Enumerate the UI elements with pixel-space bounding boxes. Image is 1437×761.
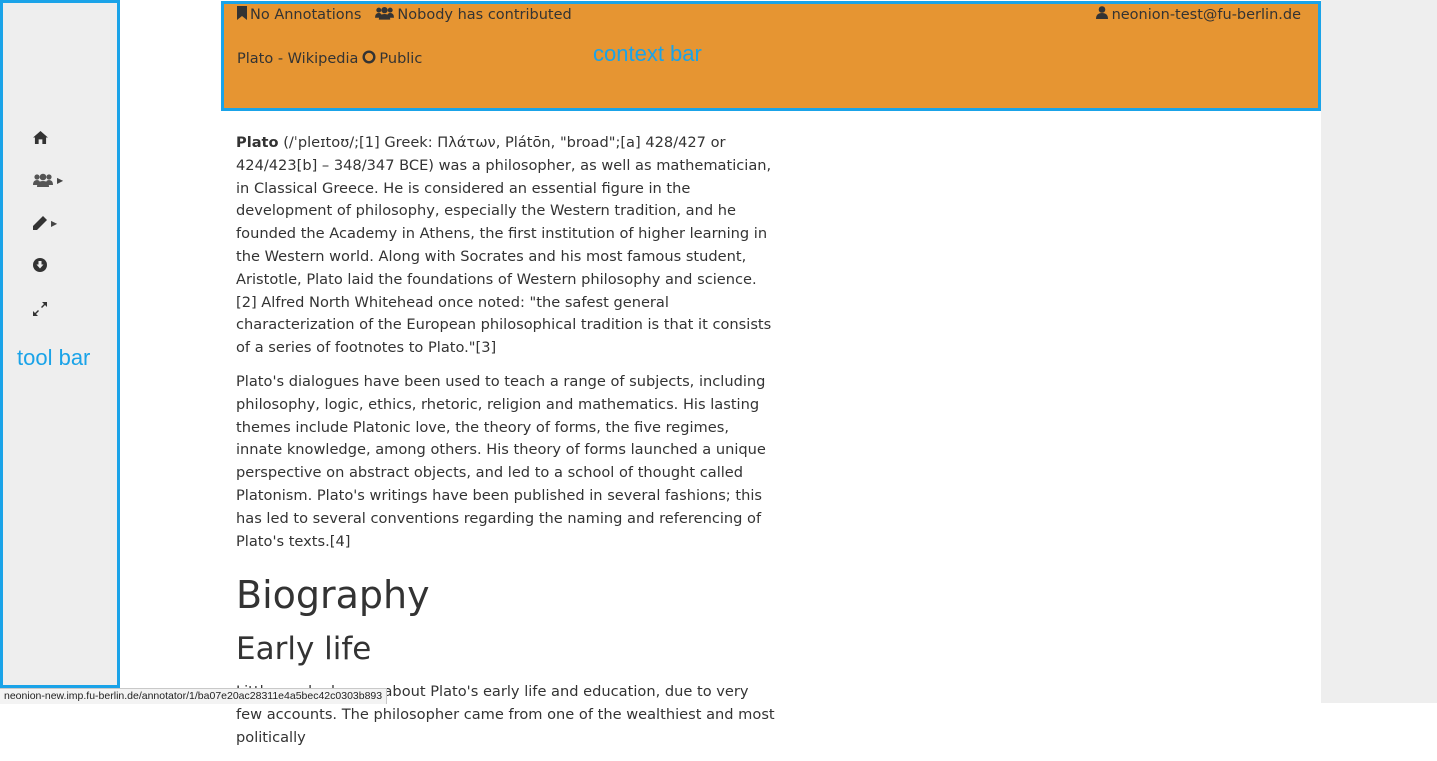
context-bar: No Annotations Nobody has contributed ne… bbox=[221, 1, 1321, 111]
user-email: neonion-test@fu-berlin.de bbox=[1111, 6, 1301, 23]
browser-status-bar: neonion-new.imp.fu-berlin.de/annotator/1… bbox=[0, 688, 388, 704]
users-icon bbox=[375, 6, 395, 24]
user-icon bbox=[1095, 6, 1108, 23]
article-subject: Plato bbox=[236, 134, 279, 151]
groups-button[interactable]: ▶ bbox=[33, 168, 73, 192]
paragraph-text: (/ˈpleɪtoʊ/;[1] Greek: Πλάτων, Plátōn, "… bbox=[236, 134, 772, 357]
document-title: Plato - Wikipedia bbox=[237, 51, 359, 67]
pencil-icon bbox=[33, 216, 47, 230]
caret-right-icon: ▶ bbox=[57, 175, 64, 185]
home-button[interactable] bbox=[33, 125, 73, 149]
right-margin bbox=[1321, 0, 1437, 703]
visibility-toggle[interactable]: Public bbox=[362, 50, 422, 68]
bookmark-icon bbox=[237, 6, 247, 24]
user-account[interactable]: neonion-test@fu-berlin.de bbox=[1095, 6, 1301, 23]
download-button[interactable] bbox=[33, 253, 73, 277]
caret-right-icon: ▶ bbox=[51, 218, 58, 228]
article-paragraph: Plato (/ˈpleɪtoʊ/;[1] Greek: Πλάτων, Plá… bbox=[236, 132, 776, 360]
section-heading: Biography bbox=[236, 573, 430, 618]
context-bar-stats: No Annotations Nobody has contributed bbox=[237, 6, 572, 24]
download-icon bbox=[33, 258, 47, 272]
circle-icon bbox=[362, 50, 376, 68]
expand-icon bbox=[33, 302, 47, 316]
toolbar-annotation-label: tool bar bbox=[17, 345, 91, 370]
document-info: Plato - Wikipedia Public bbox=[237, 50, 422, 68]
annotations-count[interactable]: No Annotations bbox=[237, 6, 361, 24]
fullscreen-button[interactable] bbox=[33, 297, 73, 321]
home-icon bbox=[33, 130, 48, 144]
contributors-label: Nobody has contributed bbox=[397, 7, 572, 23]
annotations-label: No Annotations bbox=[250, 7, 362, 23]
article-paragraph: Plato's dialogues have been used to teac… bbox=[236, 372, 766, 550]
tool-bar: ▶ ▶ tool bar bbox=[0, 0, 120, 688]
visibility-label: Public bbox=[379, 51, 423, 67]
annotate-button[interactable]: ▶ bbox=[33, 211, 73, 235]
subsection-heading: Early life bbox=[236, 631, 372, 668]
contributors-info[interactable]: Nobody has contributed bbox=[375, 6, 572, 24]
users-icon bbox=[33, 173, 53, 187]
document-content: Plato (/ˈpleɪtoʊ/;[1] Greek: Πλάτων, Plá… bbox=[236, 132, 776, 761]
context-bar-annotation-label: context bar bbox=[593, 41, 702, 66]
